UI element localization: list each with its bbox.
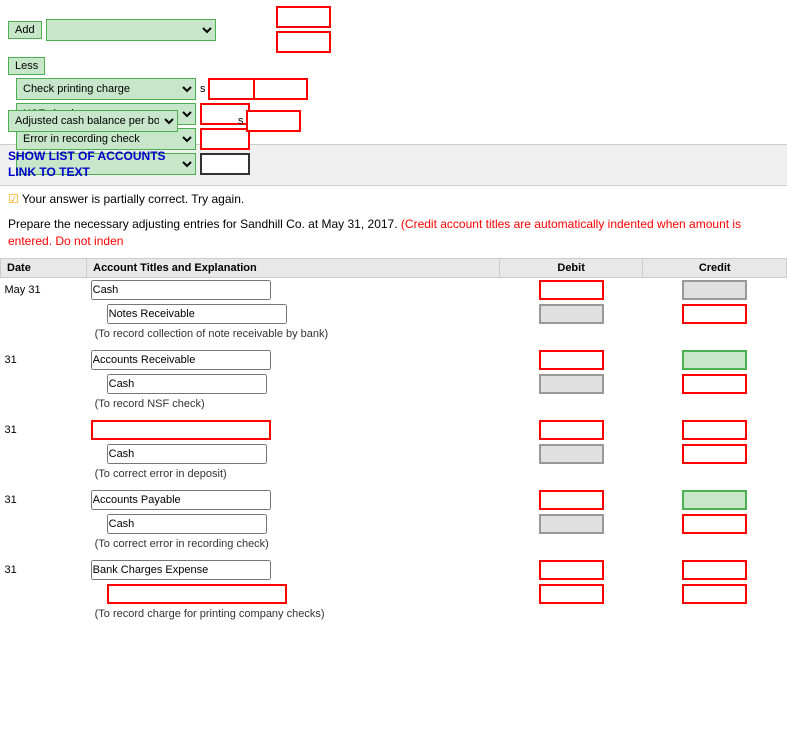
- date-cell-5: 31: [1, 558, 87, 582]
- add-select[interactable]: [46, 19, 216, 41]
- credit-1a[interactable]: [682, 280, 747, 300]
- account-cell-5b: [87, 582, 500, 606]
- explanation-row: (To correct error in deposit): [1, 466, 787, 482]
- explanation-row: (To record collection of note receivable…: [1, 326, 787, 342]
- less-button[interactable]: Less: [8, 57, 45, 75]
- credit-5a[interactable]: [682, 560, 747, 580]
- table-row: 31: [1, 488, 787, 512]
- table-row: [1, 302, 787, 326]
- date-cell-3: 31: [1, 418, 87, 442]
- date-cell-1: May 31: [1, 277, 87, 302]
- explanation-row: (To record charge for printing company c…: [1, 606, 787, 622]
- account-input-4a[interactable]: [91, 490, 271, 510]
- table-row: 31: [1, 348, 787, 372]
- question-main: Prepare the necessary adjusting entries …: [8, 217, 398, 231]
- debit-2b[interactable]: [539, 374, 604, 394]
- account-input-5a[interactable]: [91, 560, 271, 580]
- debit-3a[interactable]: [539, 420, 604, 440]
- credit-1b[interactable]: [682, 304, 747, 324]
- journal-table: Date Account Titles and Explanation Debi…: [0, 258, 787, 622]
- account-cell-1a: [87, 277, 500, 302]
- col-date: Date: [1, 258, 87, 277]
- table-row: May 31: [1, 277, 787, 302]
- less-item-3-amount[interactable]: [200, 128, 250, 150]
- table-row: 31: [1, 558, 787, 582]
- table-row: [1, 582, 787, 606]
- feedback-section: ☑ Your answer is partially correct. Try …: [0, 186, 787, 212]
- col-account: Account Titles and Explanation: [87, 258, 500, 277]
- credit-5b[interactable]: [682, 584, 747, 604]
- debit-5b[interactable]: [539, 584, 604, 604]
- col-debit: Debit: [499, 258, 643, 277]
- account-cell-2a: [87, 348, 500, 372]
- account-cell-3b: [87, 442, 500, 466]
- debit-5a[interactable]: [539, 560, 604, 580]
- credit-4b[interactable]: [682, 514, 747, 534]
- show-list-link[interactable]: SHOW LIST OF ACCOUNTS: [8, 149, 779, 163]
- account-cell-2b: [87, 372, 500, 396]
- explanation-row: (To record NSF check): [1, 396, 787, 412]
- account-input-5b[interactable]: [107, 584, 287, 604]
- account-cell-4a: [87, 488, 500, 512]
- account-input-2a[interactable]: [91, 350, 271, 370]
- debit-4b[interactable]: [539, 514, 604, 534]
- debit-1a[interactable]: [539, 280, 604, 300]
- account-cell-3a: [87, 418, 500, 442]
- account-input-1a[interactable]: [91, 280, 271, 300]
- col-credit: Credit: [643, 258, 787, 277]
- account-cell-1b: [87, 302, 500, 326]
- feedback-icon: ☑: [8, 192, 19, 206]
- sub-total-1[interactable]: [253, 78, 308, 100]
- account-input-3b[interactable]: [107, 444, 267, 464]
- table-row: [1, 372, 787, 396]
- explanation-row: (To correct error in recording check): [1, 536, 787, 552]
- question-text: Prepare the necessary adjusting entries …: [0, 212, 787, 254]
- account-input-4b[interactable]: [107, 514, 267, 534]
- account-cell-5a: [87, 558, 500, 582]
- credit-2b[interactable]: [682, 374, 747, 394]
- add-amount-2[interactable]: [276, 31, 331, 53]
- debit-4a[interactable]: [539, 490, 604, 510]
- credit-3b[interactable]: [682, 444, 747, 464]
- credit-3a[interactable]: [682, 420, 747, 440]
- less-item-1-amount[interactable]: [208, 78, 258, 100]
- table-row: [1, 512, 787, 536]
- debit-3b[interactable]: [539, 444, 604, 464]
- date-cell-2: 31: [1, 348, 87, 372]
- account-input-3a[interactable]: [91, 420, 271, 440]
- debit-2a[interactable]: [539, 350, 604, 370]
- account-input-1b[interactable]: [107, 304, 287, 324]
- date-cell-4: 31: [1, 488, 87, 512]
- table-row: 31: [1, 418, 787, 442]
- feedback-text: Your answer is partially correct. Try ag…: [22, 192, 244, 206]
- add-button[interactable]: Add: [8, 21, 42, 39]
- debit-1b[interactable]: [539, 304, 604, 324]
- adjusted-select[interactable]: Adjusted cash balance per books: [8, 110, 178, 132]
- credit-2a[interactable]: [682, 350, 747, 370]
- table-row: [1, 442, 787, 466]
- less-item-4-amount[interactable]: [200, 153, 250, 175]
- credit-4a[interactable]: [682, 490, 747, 510]
- account-input-2b[interactable]: [107, 374, 267, 394]
- less-item-1-select[interactable]: Check printing charge: [16, 78, 196, 100]
- add-amount-1[interactable]: [276, 6, 331, 28]
- account-cell-4b: [87, 512, 500, 536]
- adjusted-amount[interactable]: [246, 110, 301, 132]
